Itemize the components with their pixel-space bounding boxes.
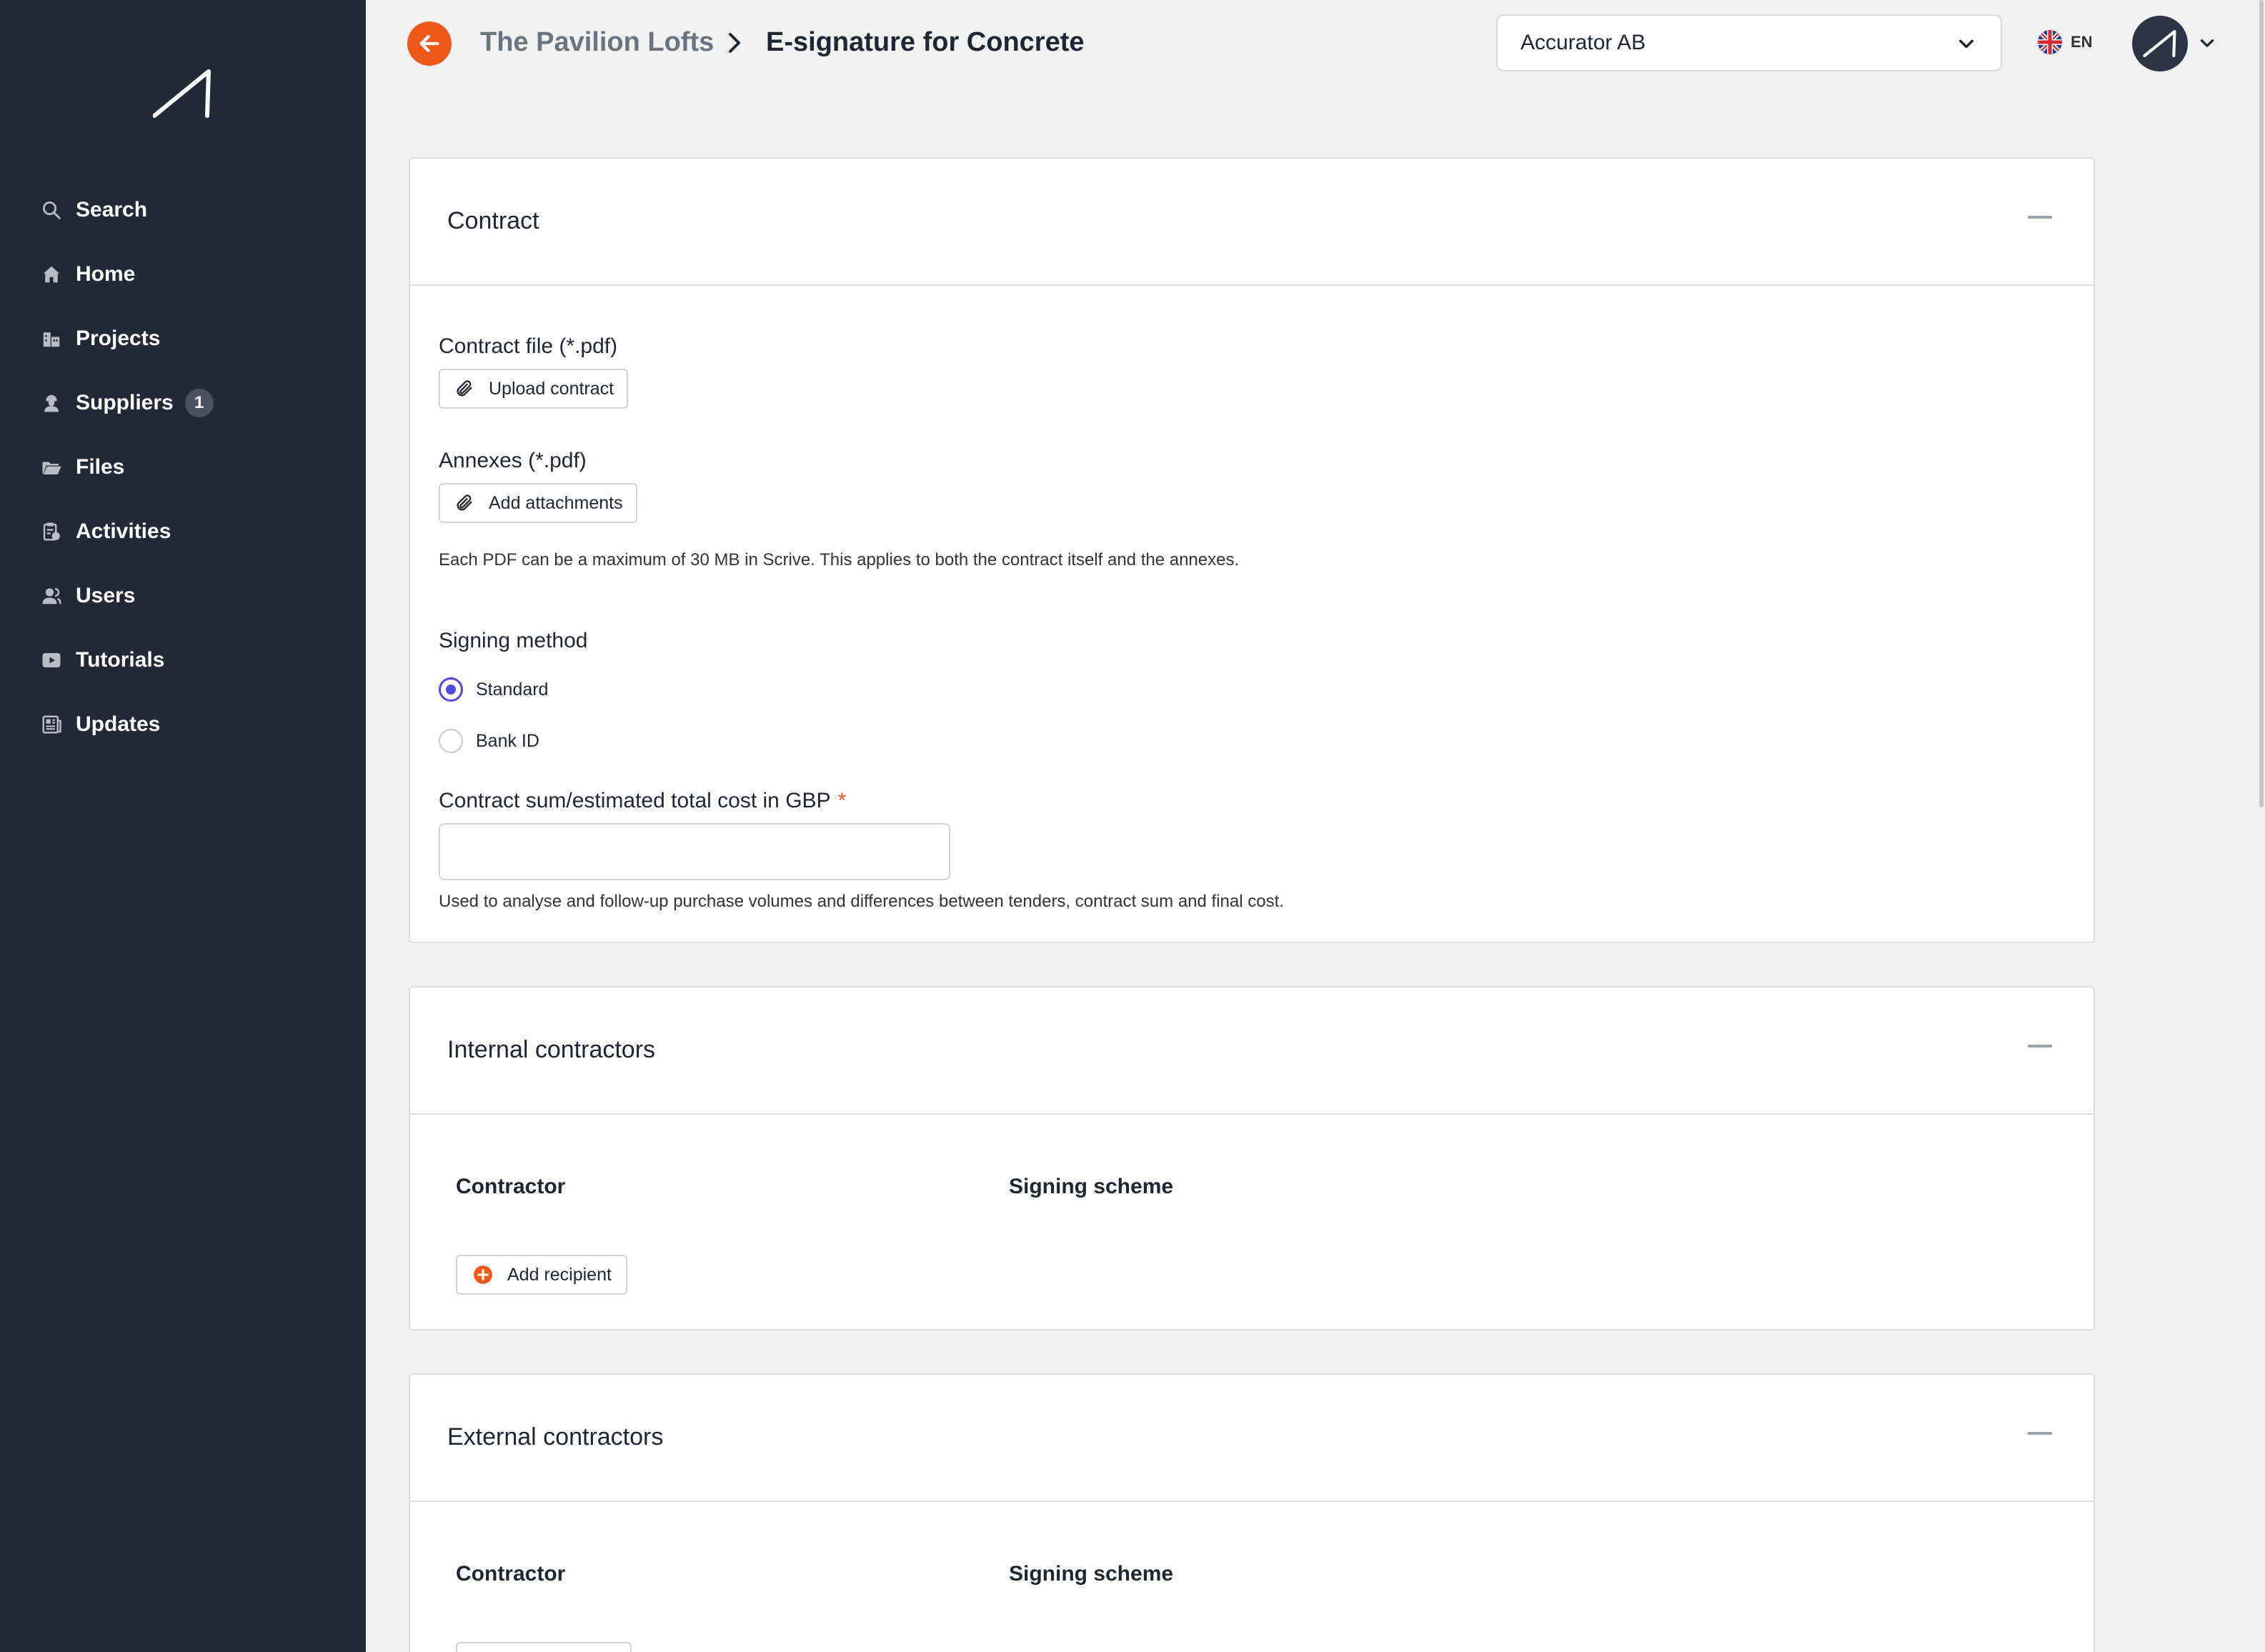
arrow-left-icon [419, 34, 439, 53]
external-contractors-card: External contractors Contractor Signing … [409, 1373, 2095, 1652]
sidebar-item-suppliers[interactable]: Suppliers 1 [40, 382, 214, 424]
sidebar-item-updates[interactable]: Updates [40, 703, 160, 746]
collapse-icon[interactable] [2028, 216, 2052, 219]
column-header-contractor: Contractor [456, 1175, 566, 1198]
suppliers-count-badge: 1 [184, 389, 214, 417]
sidebar-item-users[interactable]: Users [40, 574, 135, 617]
company-select-value: Accurator AB [1520, 31, 1646, 54]
sidebar-item-projects[interactable]: Projects [40, 317, 160, 360]
contract-sum-label: Contract sum/estimated total cost in GBP… [439, 789, 846, 813]
page-title: E-signature for Concrete [766, 27, 1085, 57]
required-marker: * [837, 789, 847, 812]
search-icon [40, 199, 63, 222]
page-scrollbar[interactable] [2259, 0, 2264, 807]
sidebar-item-label: Files [76, 455, 125, 479]
sidebar-item-label: Home [76, 262, 136, 286]
avatar [2132, 16, 2188, 71]
chevron-down-icon [1959, 39, 1973, 49]
sidebar-item-label: Tutorials [76, 648, 165, 672]
pdf-size-hint: Each PDF can be a maximum of 30 MB in Sc… [439, 550, 1240, 569]
card-title: External contractors [447, 1423, 664, 1451]
card-title: Internal contractors [447, 1036, 656, 1063]
add-recipient-button[interactable] [456, 1642, 632, 1652]
upload-contract-button[interactable]: Upload contract [439, 369, 629, 409]
contract-sum-input[interactable] [439, 823, 950, 880]
radio-unselected[interactable] [439, 729, 463, 753]
folder-icon [40, 456, 63, 479]
add-attachments-label: Add attachments [489, 492, 623, 513]
upload-contract-label: Upload contract [489, 378, 614, 399]
plus-circle-icon [472, 1263, 494, 1286]
chevron-down-icon [2200, 39, 2214, 47]
uk-flag-icon [2038, 30, 2062, 54]
signing-option-standard[interactable]: Standard [439, 677, 548, 702]
column-header-contractor: Contractor [456, 1562, 566, 1586]
column-header-signing-scheme: Signing scheme [1009, 1175, 1174, 1198]
internal-card-header: Internal contractors [410, 987, 2094, 1115]
sidebar: Search Home Projects Suppliers 1 Files A… [0, 0, 366, 1652]
video-icon [40, 649, 63, 672]
collapse-icon[interactable] [2028, 1432, 2052, 1435]
signing-method-label: Signing method [439, 629, 588, 652]
annexes-label: Annexes (*.pdf) [439, 449, 587, 472]
radio-label: Standard [476, 679, 549, 700]
sidebar-item-label: Updates [76, 712, 161, 736]
paperclip-icon [453, 492, 476, 514]
news-icon [40, 713, 63, 736]
sidebar-item-label: Projects [76, 327, 161, 350]
add-recipient-label: Add recipient [507, 1264, 612, 1285]
contract-card: Contract Contract file (*.pdf) Upload co… [409, 157, 2095, 943]
sidebar-item-tutorials[interactable]: Tutorials [40, 639, 164, 682]
external-card-header: External contractors [410, 1375, 2094, 1502]
radio-selected[interactable] [439, 677, 463, 702]
add-recipient-button[interactable]: Add recipient [456, 1255, 627, 1295]
signing-option-bankid[interactable]: Bank ID [439, 729, 539, 753]
sidebar-item-label: Suppliers [76, 391, 174, 414]
sidebar-item-activities[interactable]: Activities [40, 510, 171, 553]
sidebar-item-files[interactable]: Files [40, 446, 124, 489]
sidebar-item-home[interactable]: Home [40, 253, 135, 296]
sidebar-item-label: Activities [76, 519, 171, 543]
accurator-logo[interactable] [153, 69, 211, 119]
chevron-right-icon [729, 33, 740, 53]
column-header-signing-scheme: Signing scheme [1009, 1562, 1174, 1586]
contract-sum-hint: Used to analyse and follow-up purchase v… [439, 892, 1284, 911]
radio-label: Bank ID [476, 730, 539, 751]
suppliers-icon [40, 392, 63, 414]
sidebar-item-label: Users [76, 584, 136, 607]
accurator-logo-avatar [2143, 29, 2176, 58]
add-attachments-button[interactable]: Add attachments [439, 483, 637, 523]
user-menu[interactable] [2132, 16, 2216, 71]
contract-file-label: Contract file (*.pdf) [439, 334, 618, 358]
projects-icon [40, 327, 63, 350]
company-select[interactable]: Accurator AB [1496, 14, 2002, 71]
collapse-icon[interactable] [2028, 1045, 2052, 1048]
internal-contractors-card: Internal contractors Contractor Signing … [409, 986, 2095, 1330]
activities-icon [40, 520, 63, 543]
breadcrumb-parent-link[interactable]: The Pavilion Lofts [480, 27, 714, 58]
contract-card-header: Contract [410, 159, 2094, 286]
home-icon [40, 263, 63, 286]
users-icon [40, 584, 63, 607]
sidebar-item-search[interactable]: Search [40, 189, 147, 232]
contract-sum-label-text: Contract sum/estimated total cost in GBP [439, 789, 831, 812]
language-code: EN [2071, 33, 2093, 51]
language-switcher[interactable]: EN [2038, 30, 2093, 54]
paperclip-icon [453, 377, 476, 400]
back-button[interactable] [407, 21, 452, 66]
sidebar-item-label: Search [76, 198, 148, 222]
card-title: Contract [447, 207, 539, 234]
